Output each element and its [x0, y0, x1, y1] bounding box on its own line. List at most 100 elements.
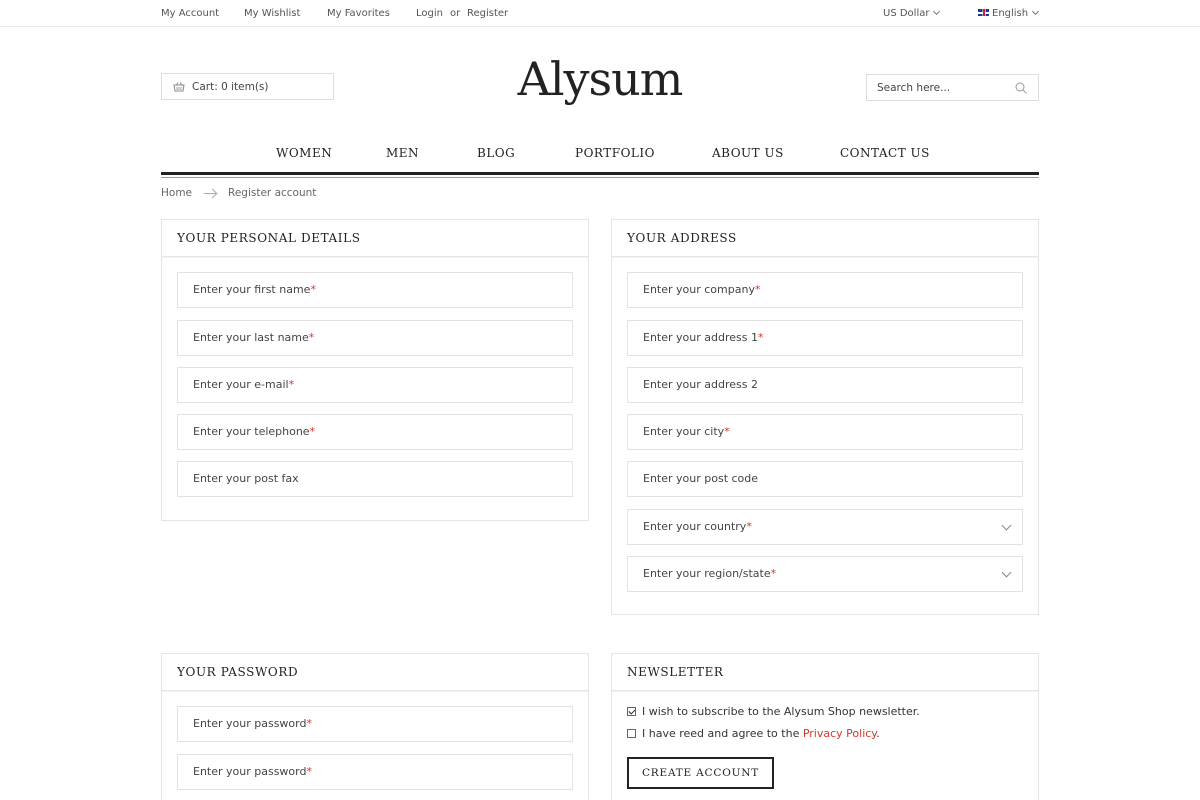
currency-label: US Dollar: [883, 8, 930, 19]
panel-header: YOUR PASSWORD: [162, 654, 588, 691]
agree-option: I have reed and agree to the Privacy Pol…: [627, 727, 880, 740]
newsletter-panel: NEWSLETTER I wish to subscribe to the Al…: [611, 653, 1039, 800]
language-label: English: [992, 8, 1029, 19]
address-2-field[interactable]: Enter your address 2: [627, 367, 1023, 403]
my-wishlist-link[interactable]: My Wishlist: [244, 8, 300, 19]
password-field[interactable]: Enter your password*: [177, 706, 573, 742]
field-label: Enter your first name*: [193, 283, 316, 296]
basket-icon: [173, 82, 185, 92]
login-or-text: or: [450, 8, 461, 19]
my-favorites-link[interactable]: My Favorites: [327, 8, 390, 19]
required-marker: *: [724, 425, 730, 438]
required-marker: *: [754, 283, 761, 296]
password-panel: YOUR PASSWORD Enter your password* Enter…: [161, 653, 589, 800]
field-label: Enter your last name*: [193, 331, 314, 344]
search-input[interactable]: [877, 80, 1007, 96]
field-label-text: Enter your country: [643, 520, 747, 533]
field-label-text: Enter your last name: [193, 331, 309, 344]
field-label: Enter your address 2: [643, 378, 758, 391]
panel-header: YOUR PERSONAL DETAILS: [162, 220, 588, 257]
search-box: [866, 74, 1039, 101]
required-marker: *: [306, 717, 312, 730]
language-selector[interactable]: English: [978, 7, 1040, 19]
panel-header: YOUR ADDRESS: [612, 220, 1038, 257]
required-marker: *: [757, 331, 764, 344]
field-label-text: Enter your city: [643, 425, 725, 438]
nav-item-blog[interactable]: BLOG: [477, 146, 515, 160]
field-label: Enter your company*: [643, 283, 760, 296]
cart-label: Cart: 0 item(s): [192, 81, 269, 93]
field-label: Enter your post code: [643, 472, 758, 485]
nav-item-contact-us[interactable]: CONTACT US: [840, 146, 930, 160]
field-label-text: Enter your region/state: [643, 567, 771, 580]
personal-details-title: YOUR PERSONAL DETAILS: [177, 231, 361, 245]
main-nav: WOMEN MEN BLOG PORTFOLIO ABOUT US CONTAC…: [161, 140, 1039, 178]
uk-flag-icon: [978, 9, 989, 16]
subscribe-label: I wish to subscribe to the Alysum Shop n…: [642, 705, 920, 718]
company-field[interactable]: Enter your company*: [627, 272, 1023, 308]
region-select[interactable]: Enter your region/state*: [627, 556, 1023, 592]
nav-item-portfolio[interactable]: PORTFOLIO: [575, 146, 655, 160]
password-title: YOUR PASSWORD: [177, 665, 299, 679]
address-title: YOUR ADDRESS: [627, 231, 737, 245]
nav-item-men[interactable]: MEN: [386, 146, 419, 160]
field-label-text: Enter your post fax: [193, 472, 299, 485]
search-icon[interactable]: [1015, 82, 1027, 94]
field-label: Enter your password*: [193, 717, 312, 730]
field-label: Enter your post fax: [193, 472, 299, 485]
address-panel: YOUR ADDRESS Enter your company* Enter y…: [611, 219, 1039, 615]
required-marker: *: [308, 331, 315, 344]
field-label-text: Enter your first name: [193, 283, 311, 296]
nav-item-women[interactable]: WOMEN: [276, 146, 332, 160]
city-field[interactable]: Enter your city*: [627, 414, 1023, 450]
field-label: Enter your password*: [193, 765, 312, 778]
field-label-text: Enter your password: [193, 765, 307, 778]
agree-end: .: [876, 727, 880, 740]
newsletter-title: NEWSLETTER: [627, 665, 724, 679]
arrow-right-icon: [204, 193, 216, 194]
confirm-password-field[interactable]: Enter your password*: [177, 754, 573, 790]
required-marker: *: [770, 567, 777, 580]
fax-field[interactable]: Enter your post fax: [177, 461, 573, 497]
field-label-text: Enter your post code: [643, 472, 759, 485]
country-select[interactable]: Enter your country*: [627, 509, 1023, 545]
my-account-link[interactable]: My Account: [161, 8, 219, 19]
breadcrumb-home[interactable]: Home: [161, 187, 192, 199]
chevron-down-icon: [1001, 520, 1012, 531]
currency-selector[interactable]: US Dollar: [883, 7, 941, 19]
field-label: Enter your e-mail*: [193, 378, 294, 391]
telephone-field[interactable]: Enter your telephone*: [177, 414, 573, 450]
subscribe-option: I wish to subscribe to the Alysum Shop n…: [627, 705, 920, 718]
create-account-button[interactable]: CREATE ACCOUNT: [627, 757, 774, 789]
required-marker: *: [746, 520, 752, 533]
email-field[interactable]: Enter your e-mail*: [177, 367, 573, 403]
agree-label: I have reed and agree to the: [642, 727, 800, 740]
field-label-text: Enter your e-mail: [193, 378, 289, 391]
chevron-down-icon: [1001, 567, 1012, 578]
address-1-field[interactable]: Enter your address 1*: [627, 320, 1023, 356]
field-label-text: Enter your password: [193, 717, 307, 730]
field-label: Enter your city*: [643, 425, 730, 438]
field-label-text: Enter your telephone: [193, 425, 310, 438]
last-name-field[interactable]: Enter your last name*: [177, 320, 573, 356]
field-label-text: Enter your address 1: [643, 331, 758, 344]
post-code-field[interactable]: Enter your post code: [627, 461, 1023, 497]
field-label: Enter your telephone*: [193, 425, 315, 438]
panel-header: NEWSLETTER: [612, 654, 1038, 691]
nav-item-about-us[interactable]: ABOUT US: [712, 146, 784, 160]
field-label: Enter your country*: [643, 520, 752, 533]
login-link[interactable]: Login: [416, 8, 443, 19]
cart-button[interactable]: Cart: 0 item(s): [161, 73, 334, 100]
field-label: Enter your region/state*: [643, 567, 776, 580]
site-logo[interactable]: Alysum: [450, 52, 750, 106]
required-marker: *: [306, 765, 312, 778]
top-bar: My Account My Wishlist My Favorites Logi…: [0, 0, 1200, 27]
privacy-policy-link[interactable]: Privacy Policy: [803, 727, 876, 740]
breadcrumb-current: Register account: [228, 187, 317, 199]
agree-checkbox[interactable]: [627, 729, 636, 738]
register-link[interactable]: Register: [467, 8, 508, 19]
subscribe-checkbox[interactable]: [627, 707, 636, 716]
required-marker: *: [310, 283, 316, 296]
first-name-field[interactable]: Enter your first name*: [177, 272, 573, 308]
chevron-down-icon: [933, 7, 941, 16]
